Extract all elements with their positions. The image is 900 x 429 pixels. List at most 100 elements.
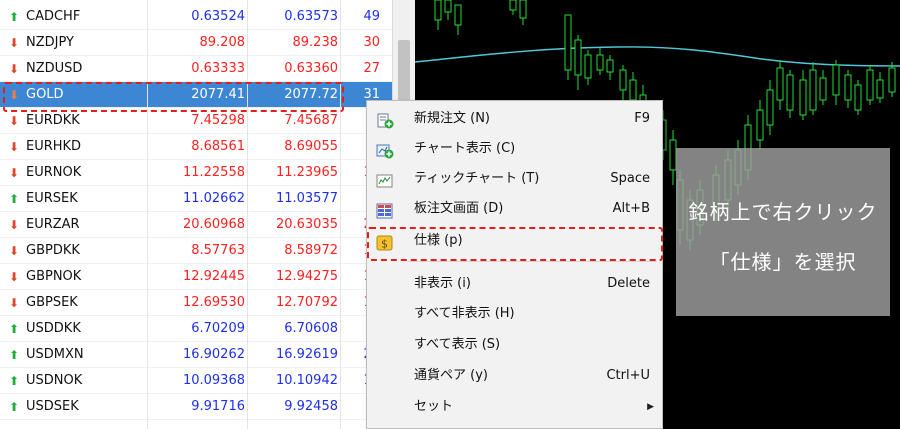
arrow-down-icon: ⬇ [8, 296, 20, 310]
bid-price: 11.22558 [182, 165, 245, 180]
bid-price: 11.02662 [182, 191, 245, 206]
menu-item-specification[interactable]: $ 仕様 (p) [368, 226, 662, 256]
symbol-row-eurnok[interactable]: ⬇EURNOK11.2255811.2396514 [0, 160, 392, 186]
arrow-up-icon: ⬆ [8, 192, 20, 206]
menu-item-shortcut: Ctrl+U [606, 368, 650, 383]
menu-item-depth-of-market[interactable]: 板注文画面 (D) Alt+B [368, 194, 662, 224]
ask-price: 16.92619 [275, 347, 338, 362]
arrow-up-icon: ⬆ [8, 10, 20, 24]
menu-item-label: 仕様 (p) [414, 233, 463, 248]
menu-item-shortcut: F9 [634, 111, 650, 126]
bid-price: 0.63333 [191, 61, 245, 76]
svg-text:$: $ [381, 238, 388, 251]
ask-price: 0.63360 [284, 61, 338, 76]
menu-item-label: チャート表示 (C) [414, 141, 516, 156]
menu-item-symbols[interactable]: 通貨ペア (y) Ctrl+U [368, 361, 662, 391]
symbol-row-gbpdkk[interactable]: ⬇GBPDKK8.577638.5897212 [0, 238, 392, 264]
candle-body [766, 89, 774, 126]
symbol-name: EURNOK [26, 165, 82, 180]
menu-item-label: 非表示 (i) [414, 276, 471, 291]
candle-body [786, 74, 794, 111]
symbol-row-cadchf[interactable]: ⬆ CADCHF 0.63524 0.63573 49 [0, 4, 392, 30]
menu-item-new-order[interactable]: 新規注文 (N) F9 [368, 104, 662, 134]
candle-body [606, 59, 614, 73]
depth-of-market-icon [376, 201, 394, 219]
ask-price: 2077.72 [284, 87, 338, 102]
menu-item-chart-window[interactable]: チャート表示 (C) [368, 134, 662, 164]
symbol-row-usddkk[interactable]: ⬆USDDKK6.702096.706083 [0, 316, 392, 342]
symbol-name: GBPSEK [26, 295, 78, 310]
ask-price: 0.63573 [284, 9, 338, 24]
spread-value: 30 [363, 35, 380, 50]
symbol-name: USDDKK [26, 321, 81, 336]
symbol-row-usdsek[interactable]: ⬆USDSEK9.917169.924587 [0, 394, 392, 420]
arrow-up-icon: ⬆ [8, 348, 20, 362]
menu-item-label: 板注文画面 (D) [414, 201, 504, 216]
bid-price: 12.69530 [182, 295, 245, 310]
bid-price: 12.92445 [182, 269, 245, 284]
arrow-down-icon: ⬇ [8, 88, 20, 102]
arrow-up-icon: ⬆ [8, 374, 20, 388]
symbol-row-gbpnok[interactable]: ⬇GBPNOK12.9244512.9427518 [0, 264, 392, 290]
candle-body [434, 0, 442, 21]
candle-body [844, 74, 852, 101]
symbol-row-nzdjpy[interactable]: ⬇ NZDJPY 89.208 89.238 30 [0, 30, 392, 56]
annotation-line-2: 「仕様」を選択 [709, 250, 857, 274]
symbol-name: GOLD [26, 87, 64, 102]
ask-price: 8.58972 [284, 243, 338, 258]
arrow-down-icon: ⬇ [8, 270, 20, 284]
menu-item-hide[interactable]: 非表示 (i) Delete [368, 269, 662, 299]
symbol-name: EURHKD [26, 139, 82, 154]
arrow-down-icon: ⬇ [8, 36, 20, 50]
bid-price: 8.57763 [191, 243, 245, 258]
symbol-row-usdmxn[interactable]: ⬆USDMXN16.9026216.9261923 [0, 342, 392, 368]
symbol-row-nzdusd[interactable]: ⬇ NZDUSD 0.63333 0.63360 27 [0, 56, 392, 82]
menu-item-show-all[interactable]: すべて表示 (S) [368, 330, 662, 360]
symbol-row-eurhkd[interactable]: ⬇EURHKD8.685618.690554 [0, 134, 392, 160]
symbol-row-eurdkk[interactable]: ⬇EURDKK7.452987.456873 [0, 108, 392, 134]
symbol-name: USDNOK [26, 373, 83, 388]
instruction-annotation: 銘柄上で右クリック 「仕様」を選択 [676, 148, 890, 316]
ask-price: 11.03577 [275, 191, 338, 206]
menu-item-label: 新規注文 (N) [414, 111, 491, 126]
arrow-up-icon: ⬆ [8, 400, 20, 414]
candle-body [866, 69, 874, 101]
menu-item-shortcut: Alt+B [612, 201, 650, 216]
ask-price: 20.63035 [275, 217, 338, 232]
column-divider [340, 0, 341, 429]
symbol-row-usdnok[interactable]: ⬆USDNOK10.0936810.1094215 [0, 368, 392, 394]
ask-price: 12.94275 [275, 269, 338, 284]
symbol-name: NZDUSD [26, 61, 83, 76]
symbol-row-eurzar[interactable]: ⬇EURZAR20.6096820.6303520 [0, 212, 392, 238]
symbol-name: GBPDKK [26, 243, 80, 258]
menu-item-shortcut: Delete [607, 276, 650, 291]
symbol-name: EURSEK [26, 191, 78, 206]
candle-body [809, 69, 817, 111]
symbol-row-eursek[interactable]: ⬆EURSEK11.0266211.035779 [0, 186, 392, 212]
arrow-down-icon: ⬇ [8, 114, 20, 128]
menu-item-shortcut: Space [610, 171, 650, 186]
menu-item-tick-chart[interactable]: ティックチャート (T) Space [368, 164, 662, 194]
candle-body [629, 79, 637, 101]
arrow-down-icon: ⬇ [8, 166, 20, 180]
symbol-name: GBPNOK [26, 269, 82, 284]
ask-price: 8.69055 [284, 139, 338, 154]
menu-item-hide-all[interactable]: すべて非表示 (H) [368, 299, 662, 329]
menu-item-sets[interactable]: セット ▶ [368, 392, 662, 422]
candle-body [799, 79, 807, 116]
symbol-name: USDSEK [26, 399, 79, 414]
bid-price: 10.09368 [182, 373, 245, 388]
market-watch-panel: ⬆ CADCHF 0.63524 0.63573 49 ⬇ NZDJPY 89.208 89.2… [0, 0, 415, 429]
moving-average-line [415, 46, 900, 67]
candle-body [564, 14, 572, 71]
candle-body [854, 84, 862, 111]
chart-window-icon [376, 141, 394, 159]
candle-body [888, 67, 896, 93]
symbol-row-gbpsek[interactable]: ⬇GBPSEK12.6953012.7079212 [0, 290, 392, 316]
candle-body [876, 79, 884, 99]
candle-body [509, 0, 517, 11]
symbol-name: EURZAR [26, 217, 80, 232]
symbol-name: NZDJPY [26, 35, 74, 50]
symbol-row-gold[interactable]: ⬇ GOLD 2077.41 2077.72 31 [0, 82, 392, 108]
ask-price: 6.70608 [284, 321, 338, 336]
